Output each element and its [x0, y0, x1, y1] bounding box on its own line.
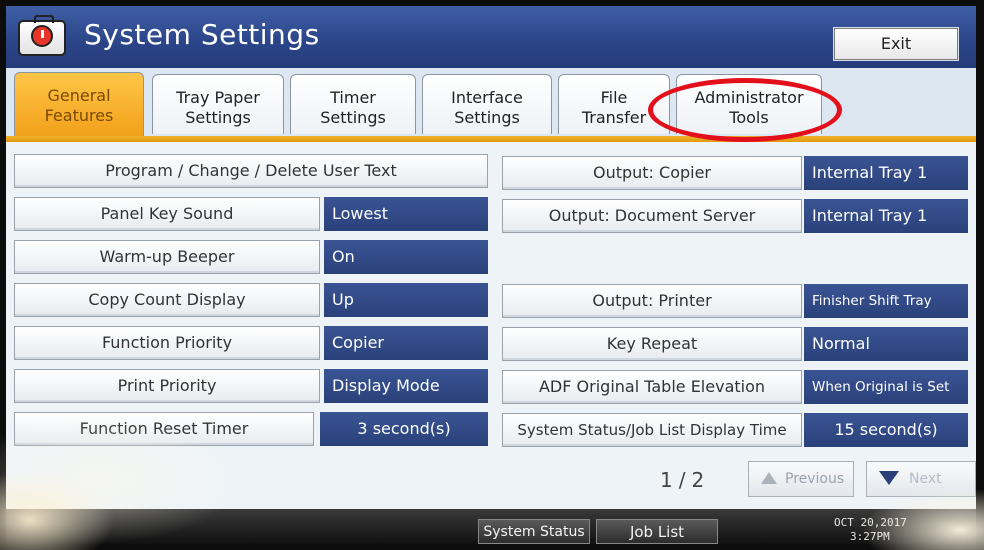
- date-display: OCT 20,2017: [834, 516, 907, 529]
- tab-label-line1: Timer: [330, 88, 376, 107]
- setting-row-user-text: Program / Change / Delete User Text: [14, 154, 488, 188]
- warm-up-beeper-value: On: [324, 240, 488, 274]
- setting-row-print-priority: Print Priority Display Mode: [14, 369, 488, 403]
- time-display: 3:27PM: [850, 530, 890, 543]
- setting-row-copy-count-display: Copy Count Display Up: [14, 283, 488, 317]
- setting-row-output-document-server: Output: Document Server Internal Tray 1: [502, 199, 968, 233]
- status-bar: System Status Job List OCT 20,2017 3:27P…: [6, 509, 976, 544]
- system-status-button[interactable]: System Status: [478, 519, 590, 544]
- setting-row-output-copier: Output: Copier Internal Tray 1: [502, 156, 968, 190]
- tab-label-line1: Interface: [451, 88, 523, 107]
- title-bar: System Settings Exit: [6, 6, 976, 68]
- function-priority-value: Copier: [324, 326, 488, 360]
- setting-row-key-repeat: Key Repeat Normal: [502, 327, 968, 361]
- tab-label-line1: Tray Paper: [176, 88, 260, 107]
- highlight-circle-annotation: [648, 78, 842, 142]
- print-priority-value: Display Mode: [324, 369, 488, 403]
- function-reset-timer-value: 3 second(s): [320, 412, 488, 446]
- next-label: Next: [909, 471, 942, 487]
- output-printer-value: Finisher Shift Tray: [804, 284, 968, 318]
- output-document-server-value: Internal Tray 1: [804, 199, 968, 233]
- tab-label-line2: Features: [44, 106, 114, 125]
- adf-original-table-elevation-button[interactable]: ADF Original Table Elevation: [502, 370, 802, 404]
- job-list-button[interactable]: Job List: [596, 519, 718, 544]
- tab-label-line2: Settings: [454, 108, 520, 127]
- panel-key-sound-value: Lowest: [324, 197, 488, 231]
- tab-underline: [6, 136, 976, 142]
- panel-key-sound-button[interactable]: Panel Key Sound: [14, 197, 320, 231]
- tab-general-features[interactable]: General Features: [14, 72, 144, 136]
- setting-row-system-status-display-time: System Status/Job List Display Time 15 s…: [502, 413, 968, 447]
- warm-up-beeper-button[interactable]: Warm-up Beeper: [14, 240, 320, 274]
- setting-row-function-reset-timer: Function Reset Timer 3 second(s): [14, 412, 488, 446]
- system-settings-icon: [18, 15, 66, 56]
- output-copier-button[interactable]: Output: Copier: [502, 156, 802, 190]
- copy-count-display-value: Up: [324, 283, 488, 317]
- tab-timer-settings[interactable]: Timer Settings: [290, 74, 416, 134]
- setting-row-adf-original-table-elevation: ADF Original Table Elevation When Origin…: [502, 370, 968, 404]
- program-change-delete-user-text-button[interactable]: Program / Change / Delete User Text: [14, 154, 488, 188]
- function-priority-button[interactable]: Function Priority: [14, 326, 320, 360]
- page-title: System Settings: [84, 18, 320, 51]
- tab-label-line1: General: [47, 86, 111, 105]
- exit-button[interactable]: Exit: [834, 28, 958, 60]
- system-status-job-list-display-time-value: 15 second(s): [804, 413, 968, 447]
- setting-row-panel-key-sound: Panel Key Sound Lowest: [14, 197, 488, 231]
- previous-page-button[interactable]: Previous: [748, 461, 854, 497]
- previous-label: Previous: [785, 471, 845, 487]
- adf-original-table-elevation-value: When Original is Set: [804, 370, 968, 404]
- system-status-job-list-display-time-button[interactable]: System Status/Job List Display Time: [502, 413, 802, 447]
- next-page-button[interactable]: Next: [866, 461, 976, 497]
- page-indicator: 1/2: [660, 468, 711, 492]
- setting-row-warm-up-beeper: Warm-up Beeper On: [14, 240, 488, 274]
- key-repeat-value: Normal: [804, 327, 968, 361]
- copy-count-display-button[interactable]: Copy Count Display: [14, 283, 320, 317]
- tab-label-line2: Settings: [320, 108, 386, 127]
- function-reset-timer-button[interactable]: Function Reset Timer: [14, 412, 314, 446]
- arrow-up-icon: [761, 472, 777, 484]
- setting-row-output-printer: Output: Printer Finisher Shift Tray: [502, 284, 968, 318]
- output-document-server-button[interactable]: Output: Document Server: [502, 199, 802, 233]
- key-repeat-button[interactable]: Key Repeat: [502, 327, 802, 361]
- print-priority-button[interactable]: Print Priority: [14, 369, 320, 403]
- tab-interface-settings[interactable]: Interface Settings: [422, 74, 552, 134]
- arrow-down-icon: [879, 471, 899, 485]
- setting-row-function-priority: Function Priority Copier: [14, 326, 488, 360]
- output-copier-value: Internal Tray 1: [804, 156, 968, 190]
- touch-panel-screen: System Settings Exit General Features Tr…: [6, 6, 976, 544]
- output-printer-button[interactable]: Output: Printer: [502, 284, 802, 318]
- tab-label-line2: Settings: [185, 108, 251, 127]
- tab-tray-paper-settings[interactable]: Tray Paper Settings: [152, 74, 284, 134]
